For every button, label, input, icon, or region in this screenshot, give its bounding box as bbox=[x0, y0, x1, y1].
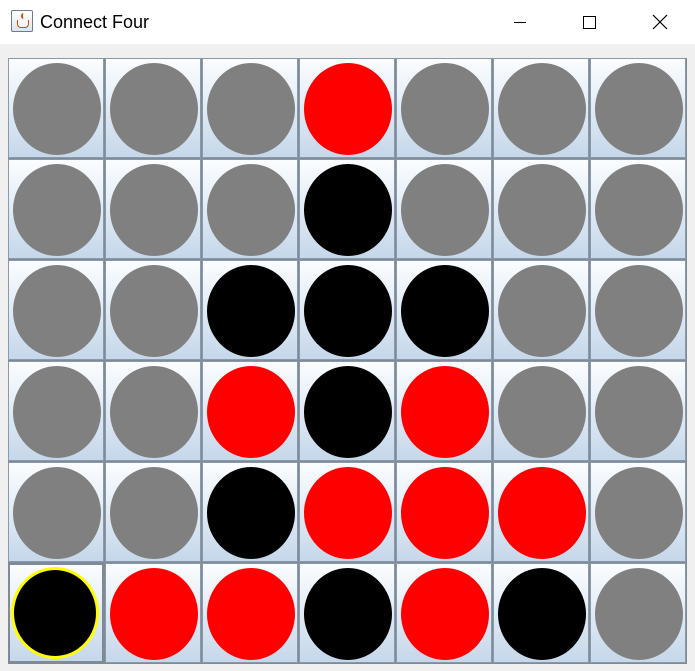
board-cell-r6-c6[interactable] bbox=[493, 563, 589, 663]
board-cell-r6-c4[interactable] bbox=[299, 563, 395, 663]
board-cell-r1-c5[interactable] bbox=[396, 58, 492, 158]
board-cell-r5-c5[interactable] bbox=[396, 462, 492, 562]
board-cell-r6-c5[interactable] bbox=[396, 563, 492, 663]
board-cell-r2-c7[interactable] bbox=[590, 159, 686, 259]
board-cell-r3-c7[interactable] bbox=[590, 260, 686, 360]
board-cell-r4-c2[interactable] bbox=[105, 361, 201, 461]
red-disc bbox=[401, 568, 489, 660]
board-cell-r5-c4[interactable] bbox=[299, 462, 395, 562]
empty-slot bbox=[401, 63, 489, 155]
empty-slot bbox=[595, 63, 683, 155]
board-cell-r2-c3[interactable] bbox=[202, 159, 298, 259]
game-window: Connect Four bbox=[0, 0, 695, 671]
board-cell-r3-c6[interactable] bbox=[493, 260, 589, 360]
black-disc bbox=[304, 164, 392, 256]
empty-slot bbox=[13, 164, 101, 256]
board-cell-r4-c6[interactable] bbox=[493, 361, 589, 461]
empty-slot bbox=[110, 164, 198, 256]
board-cell-r6-c7[interactable] bbox=[590, 563, 686, 663]
black-disc bbox=[207, 467, 295, 559]
empty-slot bbox=[595, 366, 683, 458]
black-disc bbox=[401, 265, 489, 357]
red-disc bbox=[207, 366, 295, 458]
black-disc bbox=[304, 568, 392, 660]
board-cell-r5-c2[interactable] bbox=[105, 462, 201, 562]
close-icon bbox=[652, 14, 668, 30]
board-cell-r6-c1[interactable] bbox=[8, 563, 104, 663]
black-disc bbox=[304, 265, 392, 357]
board-cell-r2-c6[interactable] bbox=[493, 159, 589, 259]
empty-slot bbox=[207, 63, 295, 155]
empty-slot bbox=[13, 265, 101, 357]
board-cell-r2-c2[interactable] bbox=[105, 159, 201, 259]
close-button[interactable] bbox=[637, 0, 683, 44]
empty-slot bbox=[595, 265, 683, 357]
window-title: Connect Four bbox=[40, 12, 150, 32]
maximize-icon bbox=[582, 15, 596, 29]
board-cell-r4-c4[interactable] bbox=[299, 361, 395, 461]
board-cell-r1-c6[interactable] bbox=[493, 58, 589, 158]
board-cell-r2-c4[interactable] bbox=[299, 159, 395, 259]
empty-slot bbox=[498, 63, 586, 155]
red-disc bbox=[401, 366, 489, 458]
board-cell-r1-c2[interactable] bbox=[105, 58, 201, 158]
board-cell-r3-c3[interactable] bbox=[202, 260, 298, 360]
empty-slot bbox=[110, 265, 198, 357]
board-cell-r4-c7[interactable] bbox=[590, 361, 686, 461]
board-cell-r5-c3[interactable] bbox=[202, 462, 298, 562]
board-cell-r5-c7[interactable] bbox=[590, 462, 686, 562]
board-cell-r5-c1[interactable] bbox=[8, 462, 104, 562]
title-bar[interactable]: Connect Four bbox=[0, 0, 695, 44]
red-disc bbox=[207, 568, 295, 660]
red-disc bbox=[304, 467, 392, 559]
empty-slot bbox=[13, 366, 101, 458]
empty-slot bbox=[498, 164, 586, 256]
board-cell-r4-c5[interactable] bbox=[396, 361, 492, 461]
black-disc bbox=[304, 366, 392, 458]
empty-slot bbox=[110, 467, 198, 559]
red-disc bbox=[304, 63, 392, 155]
red-disc bbox=[498, 467, 586, 559]
black-disc bbox=[207, 265, 295, 357]
board-cell-r6-c3[interactable] bbox=[202, 563, 298, 663]
board-cell-r3-c1[interactable] bbox=[8, 260, 104, 360]
empty-slot bbox=[13, 63, 101, 155]
empty-slot bbox=[207, 164, 295, 256]
java-cup-icon[interactable] bbox=[11, 10, 33, 32]
empty-slot bbox=[595, 164, 683, 256]
board-cell-r1-c4[interactable] bbox=[299, 58, 395, 158]
board-cell-r3-c5[interactable] bbox=[396, 260, 492, 360]
empty-slot bbox=[110, 366, 198, 458]
maximize-button[interactable] bbox=[566, 0, 612, 44]
board-cell-r3-c2[interactable] bbox=[105, 260, 201, 360]
board-cell-r3-c4[interactable] bbox=[299, 260, 395, 360]
board-cell-r6-c2[interactable] bbox=[105, 563, 201, 663]
black-disc bbox=[498, 568, 586, 660]
board-cell-r2-c5[interactable] bbox=[396, 159, 492, 259]
empty-slot bbox=[110, 63, 198, 155]
red-disc bbox=[110, 568, 198, 660]
board-cell-r4-c1[interactable] bbox=[8, 361, 104, 461]
empty-slot bbox=[595, 568, 683, 660]
minimize-button[interactable] bbox=[497, 0, 543, 44]
empty-slot bbox=[13, 467, 101, 559]
board-cell-r2-c1[interactable] bbox=[8, 159, 104, 259]
red-disc bbox=[401, 467, 489, 559]
board-cell-r4-c3[interactable] bbox=[202, 361, 298, 461]
empty-slot bbox=[401, 164, 489, 256]
board-cell-r1-c3[interactable] bbox=[202, 58, 298, 158]
empty-slot bbox=[498, 366, 586, 458]
empty-slot bbox=[595, 467, 683, 559]
board-cell-r1-c1[interactable] bbox=[8, 58, 104, 158]
empty-slot bbox=[498, 265, 586, 357]
board-cell-r1-c7[interactable] bbox=[590, 58, 686, 158]
minimize-icon bbox=[514, 21, 526, 23]
board-cell-r5-c6[interactable] bbox=[493, 462, 589, 562]
game-board bbox=[8, 58, 687, 664]
black-disc bbox=[11, 567, 99, 659]
